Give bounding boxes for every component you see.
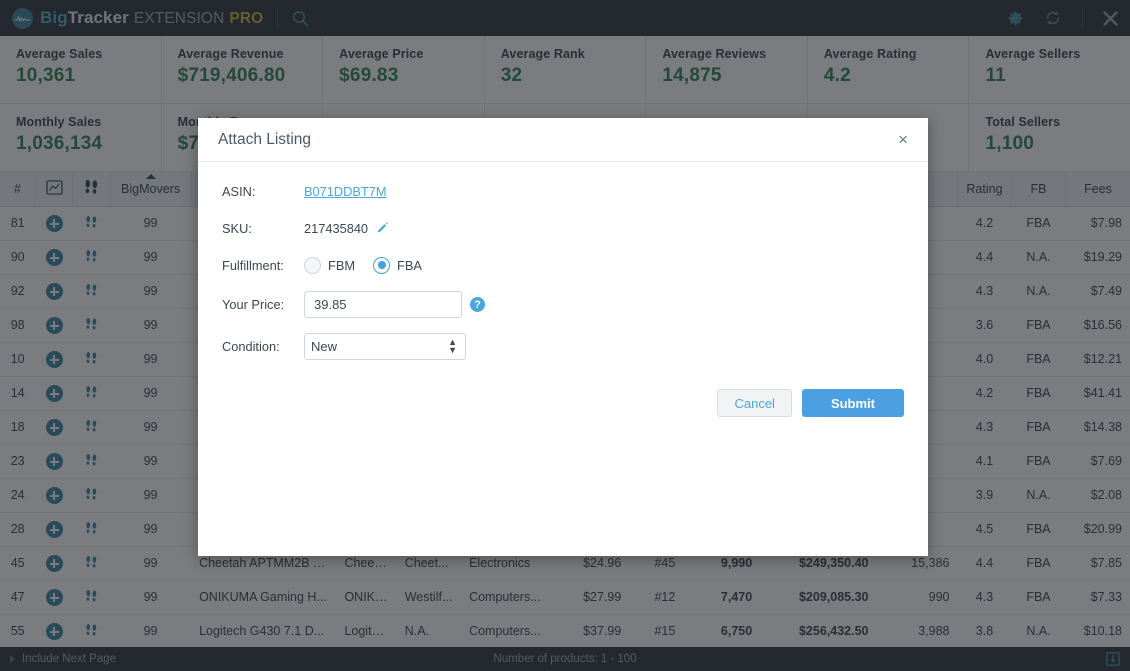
- dialog-body: ASIN: B071DDBT7M SKU: 217435840 Fulfillm…: [198, 162, 928, 360]
- pencil-icon[interactable]: [376, 221, 389, 235]
- fulfillment-option-fba[interactable]: FBA: [373, 256, 422, 274]
- close-dialog-button[interactable]: ×: [898, 131, 908, 148]
- app-window: BigTrackerEXTENSIONPRO: [0, 0, 1130, 671]
- condition-label: Condition:: [222, 339, 280, 354]
- radio-fba-label: FBA: [397, 257, 422, 273]
- price-label: Your Price:: [222, 297, 285, 312]
- dialog-header: Attach Listing ×: [198, 118, 928, 162]
- cancel-button[interactable]: Cancel: [717, 389, 792, 417]
- condition-row: Condition: New ▲ ▼: [222, 333, 904, 360]
- condition-select[interactable]: New: [304, 333, 466, 360]
- radio-fbm[interactable]: [304, 256, 321, 274]
- asin-row: ASIN: B071DDBT7M: [222, 180, 904, 202]
- sku-row: SKU: 217435840: [222, 217, 904, 239]
- help-icon[interactable]: ?: [470, 297, 485, 312]
- attach-listing-dialog: Attach Listing × ASIN: B071DDBT7M SKU: 2…: [198, 118, 928, 556]
- dialog-title: Attach Listing: [218, 130, 312, 148]
- fulfillment-label: Fulfillment:: [222, 257, 284, 273]
- condition-select-wrap: New ▲ ▼: [304, 333, 466, 360]
- price-input[interactable]: [304, 291, 462, 318]
- sku-label: SKU:: [222, 220, 252, 236]
- asin-label: ASIN:: [222, 183, 256, 199]
- fulfillment-option-fbm[interactable]: FBM: [304, 256, 356, 274]
- radio-fbm-label: FBM: [328, 257, 356, 273]
- price-row: Your Price: ?: [222, 291, 904, 318]
- sku-value: 217435840: [304, 220, 369, 236]
- submit-button[interactable]: Submit: [801, 389, 904, 417]
- fulfillment-row: Fulfillment: FBM FBA: [222, 254, 904, 276]
- radio-fba[interactable]: [373, 256, 391, 274]
- pencil-glyph: [377, 221, 388, 232]
- dialog-actions: Cancel Submit: [198, 375, 928, 417]
- asin-link[interactable]: B071DDBT7M: [304, 184, 387, 199]
